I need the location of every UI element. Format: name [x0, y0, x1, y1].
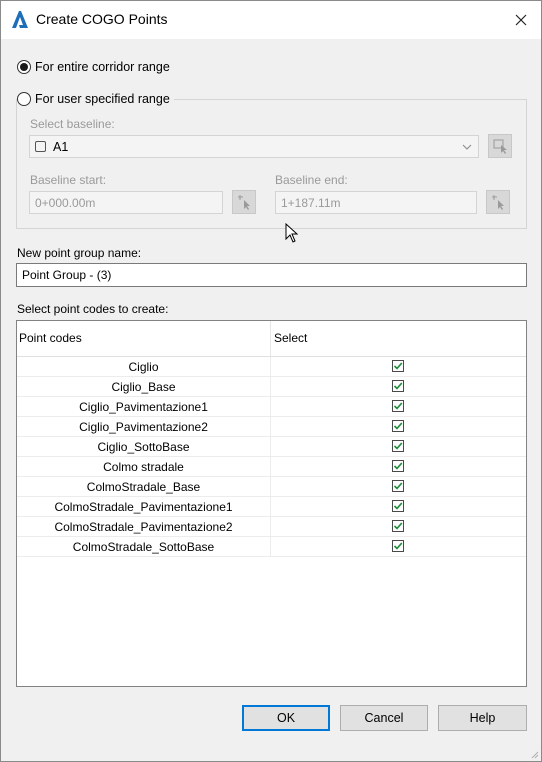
cancel-button[interactable]: Cancel [340, 705, 428, 731]
baseline-start-label: Baseline start: [30, 173, 107, 187]
table-row: ColmoStradale_Pavimentazione1 [17, 497, 526, 517]
resize-grip-icon[interactable] [529, 749, 539, 759]
create-cogo-points-dialog: Create COGO Points For entire corridor r… [0, 0, 542, 762]
title-bar[interactable]: Create COGO Points [1, 1, 541, 39]
point-code-name: Ciglio_Pavimentazione1 [17, 397, 271, 417]
help-button[interactable]: Help [438, 705, 527, 731]
select-checkbox[interactable] [392, 420, 404, 432]
select-cell [271, 357, 526, 377]
column-header-select[interactable]: Select [274, 331, 307, 345]
select-checkbox[interactable] [392, 480, 404, 492]
checkmark-icon [393, 442, 403, 450]
select-cell [271, 517, 526, 537]
table-row: Ciglio_SottoBase [17, 437, 526, 457]
select-cell [271, 537, 526, 557]
select-cell [271, 477, 526, 497]
chevron-down-icon [462, 144, 472, 150]
entire-range-radio[interactable] [17, 60, 31, 74]
pick-end-button[interactable] [486, 190, 510, 214]
select-checkbox[interactable] [392, 500, 404, 512]
pick-start-button[interactable] [232, 190, 256, 214]
pick-point-icon [238, 195, 250, 210]
window-title: Create COGO Points [36, 11, 168, 27]
autocad-logo-icon [11, 10, 29, 30]
checkmark-icon [393, 422, 403, 430]
checkmark-icon [393, 522, 403, 530]
close-icon [515, 14, 527, 26]
checkmark-icon [393, 482, 403, 490]
table-row: ColmoStradale_SottoBase [17, 537, 526, 557]
select-checkbox[interactable] [392, 440, 404, 452]
ok-button[interactable]: OK [242, 705, 330, 731]
select-cell [271, 437, 526, 457]
alignment-icon [35, 141, 46, 152]
pick-baseline-button[interactable] [488, 134, 512, 158]
baseline-select[interactable]: A1 [29, 135, 479, 158]
checkmark-icon [393, 542, 403, 550]
pick-from-drawing-icon [493, 139, 507, 154]
table-row: Ciglio_Pavimentazione2 [17, 417, 526, 437]
point-codes-table: Point codes Select Ciglio Ciglio_Base Cigl… [16, 320, 527, 687]
point-code-name: Ciglio_Pavimentazione2 [17, 417, 271, 437]
user-range-label: For user specified range [35, 92, 170, 106]
user-range-option[interactable]: For user specified range [17, 92, 174, 106]
select-checkbox[interactable] [392, 360, 404, 372]
select-checkbox[interactable] [392, 540, 404, 552]
pick-point-icon [492, 195, 504, 210]
checkmark-icon [393, 462, 403, 470]
select-cell [271, 417, 526, 437]
point-codes-label: Select point codes to create: [17, 302, 169, 316]
point-code-name: Colmo stradale [17, 457, 271, 477]
point-code-name: ColmoStradale_Pavimentazione2 [17, 517, 271, 537]
entire-range-label: For entire corridor range [35, 60, 170, 74]
point-code-name: Ciglio_SottoBase [17, 437, 271, 457]
baseline-end-label: Baseline end: [275, 173, 348, 187]
entire-range-option[interactable]: For entire corridor range [17, 60, 170, 74]
baseline-value: A1 [53, 140, 69, 154]
checkmark-icon [393, 362, 403, 370]
column-header-point-codes[interactable]: Point codes [19, 331, 82, 345]
mouse-cursor-icon [285, 223, 299, 243]
user-range-radio[interactable] [17, 92, 31, 106]
table-row: ColmoStradale_Base [17, 477, 526, 497]
select-cell [271, 397, 526, 417]
table-row: Ciglio [17, 357, 526, 377]
select-checkbox[interactable] [392, 400, 404, 412]
select-checkbox[interactable] [392, 460, 404, 472]
point-group-name-label: New point group name: [17, 246, 142, 260]
point-code-name: Ciglio_Base [17, 377, 271, 397]
table-row: ColmoStradale_Pavimentazione2 [17, 517, 526, 537]
select-baseline-label: Select baseline: [30, 117, 115, 131]
checkmark-icon [393, 402, 403, 410]
table-header: Point codes Select [17, 321, 526, 357]
checkmark-icon [393, 382, 403, 390]
close-button[interactable] [501, 1, 541, 39]
point-code-name: ColmoStradale_Pavimentazione1 [17, 497, 271, 517]
table-row: Colmo stradale [17, 457, 526, 477]
table-row: Ciglio_Pavimentazione1 [17, 397, 526, 417]
baseline-end-field[interactable]: 1+187.11m [275, 191, 477, 214]
point-code-name: Ciglio [17, 357, 271, 377]
table-row: Ciglio_Base [17, 377, 526, 397]
select-checkbox[interactable] [392, 380, 404, 392]
select-checkbox[interactable] [392, 520, 404, 532]
table-body: Ciglio Ciglio_Base Ciglio_Pavimentazione1 C… [17, 357, 526, 557]
select-cell [271, 377, 526, 397]
point-code-name: ColmoStradale_Base [17, 477, 271, 497]
baseline-start-field[interactable]: 0+000.00m [29, 191, 223, 214]
point-code-name: ColmoStradale_SottoBase [17, 537, 271, 557]
checkmark-icon [393, 502, 403, 510]
point-group-name-input[interactable]: Point Group - (3) [16, 263, 527, 287]
select-cell [271, 457, 526, 477]
select-cell [271, 497, 526, 517]
